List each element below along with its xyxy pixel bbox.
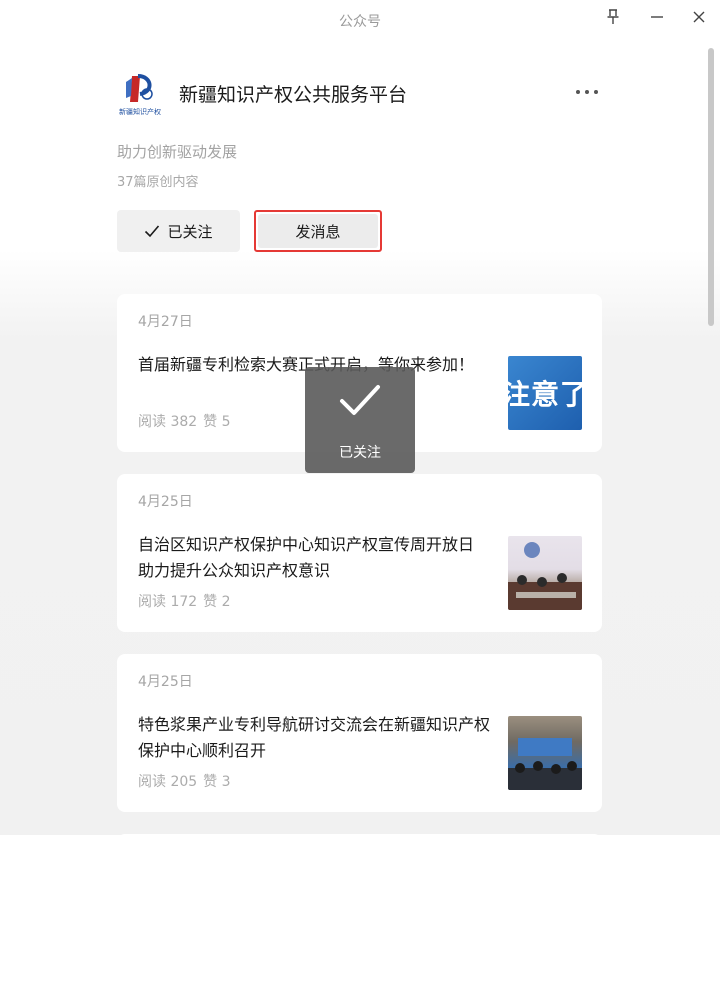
account-name: 新疆知识产权公共服务平台 [179, 84, 408, 106]
article-count: 37篇原创内容 [117, 175, 199, 190]
title-bar: 公众号 [0, 0, 720, 40]
article-thumbnail[interactable]: 注意了 [508, 356, 582, 430]
minimize-button[interactable] [644, 4, 670, 30]
article-stats: 阅读 382 赞 5 [138, 411, 237, 431]
official-account-window: 公众号 新疆知识产权 新疆知识产权公共服务平台 助力创新驱动发展 37篇原创内容… [0, 0, 720, 992]
article-thumbnail[interactable] [508, 716, 582, 790]
article-thumbnail[interactable] [508, 536, 582, 610]
article-card[interactable] [117, 834, 602, 992]
followed-button[interactable]: 已关注 [117, 210, 240, 252]
toast-text: 已关注 [339, 445, 381, 461]
read-count: 阅读 382 [138, 414, 198, 430]
account-logo: 新疆知识产权 [118, 72, 162, 116]
read-count: 阅读 172 [138, 594, 198, 610]
close-icon [693, 11, 705, 23]
read-count: 阅读 205 [138, 774, 198, 790]
pin-button[interactable] [600, 4, 626, 30]
article-card[interactable]: 4月25日 自治区知识产权保护中心知识产权宣传周开放日 助力提升公众知识产权意识… [117, 474, 602, 632]
like-count: 赞 5 [203, 414, 231, 430]
send-message-button[interactable]: 发消息 [258, 214, 378, 248]
thumbnail-text: 注意了 [508, 378, 582, 411]
checkmark-icon [340, 385, 380, 415]
article-date: 4月25日 [138, 494, 193, 510]
pin-icon [607, 9, 619, 24]
minimize-icon [651, 16, 663, 18]
close-button[interactable] [686, 4, 712, 30]
more-button[interactable] [570, 78, 604, 106]
article-title[interactable]: 特色浆果产业专利导航研讨交流会在新疆知识产权保护中心顺利召开 [138, 712, 493, 764]
article-date: 4月25日 [138, 674, 193, 690]
scrollbar-thumb[interactable] [708, 48, 714, 326]
article-stats: 阅读 172 赞 2 [138, 591, 237, 611]
more-icon [574, 90, 601, 94]
article-card[interactable]: 4月25日 特色浆果产业专利导航研讨交流会在新疆知识产权保护中心顺利召开 阅读 … [117, 654, 602, 812]
account-signature: 助力创新驱动发展 [117, 143, 238, 161]
send-message-label: 发消息 [295, 222, 341, 241]
followed-label: 已关注 [167, 222, 213, 241]
check-icon [145, 225, 160, 238]
article-title[interactable]: 自治区知识产权保护中心知识产权宣传周开放日 助力提升公众知识产权意识 [138, 532, 493, 584]
like-count: 赞 2 [203, 594, 231, 610]
like-count: 赞 3 [203, 774, 231, 790]
followed-toast: 已关注 [305, 367, 415, 473]
article-date: 4月27日 [138, 314, 193, 330]
article-stats: 阅读 205 赞 3 [138, 771, 237, 791]
logo-text: 新疆知识产权 [119, 107, 161, 116]
